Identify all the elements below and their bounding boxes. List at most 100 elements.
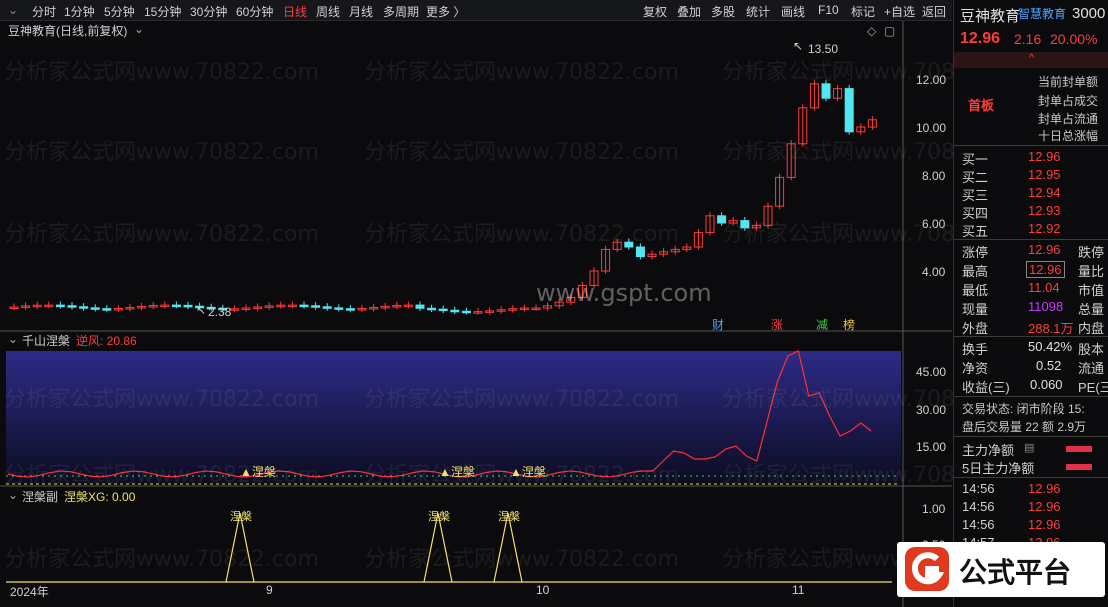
watermark: 分析家公式网www.70822.com bbox=[4, 387, 319, 412]
marker-text: 榜 bbox=[843, 318, 856, 332]
main-flow-5d-row[interactable]: 5日主力净额 bbox=[962, 458, 1108, 476]
stat-row: 换手 50.42% 股本 bbox=[962, 339, 1108, 357]
period-weekly[interactable]: 周线 bbox=[316, 3, 340, 20]
x-axis-label: 11 bbox=[792, 583, 805, 597]
marker-text: 涨 bbox=[771, 318, 784, 332]
marker-reduce[interactable]: 减 bbox=[816, 316, 828, 333]
stat-label: 换手 bbox=[962, 342, 989, 357]
seal-item: 当前封单额 bbox=[1038, 75, 1099, 89]
window-icon[interactable]: ▢ bbox=[884, 24, 895, 38]
candle-body bbox=[90, 307, 100, 310]
ind1-tick: 15.00 bbox=[916, 440, 947, 454]
f10-button[interactable]: F10 bbox=[818, 3, 839, 17]
period-minute[interactable]: 分时 bbox=[32, 3, 56, 20]
stat-row: 现量 11098 总量 bbox=[962, 299, 1108, 317]
bid-row[interactable]: 买五 12.92 bbox=[962, 221, 1108, 239]
period-5min[interactable]: 5分钟 bbox=[104, 3, 135, 20]
stat-row: 净资 0.52 流通 bbox=[962, 358, 1108, 376]
detail-icon[interactable]: ▤ bbox=[1024, 441, 1034, 454]
bid-label: 买四 bbox=[962, 206, 989, 221]
stat-row: 收益(三) 0.060 PE(三) bbox=[962, 377, 1108, 395]
collapse-icon[interactable]: ⌄ bbox=[8, 3, 18, 17]
stats-button[interactable]: 统计 bbox=[746, 3, 770, 20]
marker-text: 减 bbox=[816, 318, 829, 332]
indicator1-value: 逆风: 20.86 bbox=[76, 334, 137, 348]
chart-area[interactable]: 分析家公式网www.70822.com 分析家公式网www.70822.com … bbox=[0, 21, 1037, 607]
bid-row[interactable]: 买三 12.94 bbox=[962, 185, 1108, 203]
back-button[interactable]: 返回 bbox=[922, 3, 946, 20]
candle-body bbox=[635, 246, 645, 258]
period-daily[interactable]: 日线 bbox=[283, 3, 307, 20]
main-flow-5d-label: 5日主力净额 bbox=[962, 461, 1035, 476]
multi-stock-button[interactable]: 多股 bbox=[711, 3, 735, 20]
candle-body bbox=[183, 304, 193, 308]
dropdown-icon[interactable]: ⌄ bbox=[8, 332, 18, 346]
stat-label: 最高 bbox=[962, 264, 989, 279]
last-price: 12.96 bbox=[960, 30, 1001, 47]
mark-button[interactable]: 标记 bbox=[851, 3, 875, 20]
expand-icon[interactable]: ^ bbox=[954, 52, 1108, 68]
watermark: 分析家公式网www.70822.com bbox=[364, 222, 679, 247]
bid-row[interactable]: 买二 12.95 bbox=[962, 167, 1108, 185]
candle-body bbox=[55, 304, 65, 308]
watermark: 分析家公式网www.70822.com bbox=[364, 547, 679, 572]
period-multi[interactable]: 多周期 bbox=[383, 3, 419, 20]
main-flow-row[interactable]: 主力净额 ▤ bbox=[962, 440, 1108, 458]
after-hours: 盘后交易量 22 额 2.9万 bbox=[962, 420, 1087, 434]
period-30min[interactable]: 30分钟 bbox=[190, 3, 227, 20]
price-tick: 8.00 bbox=[922, 169, 946, 183]
x-axis-label: 10 bbox=[536, 583, 550, 597]
board-badge: 首板 bbox=[968, 98, 995, 113]
period-toolbar: ⌄ 分时 1分钟 5分钟 15分钟 30分钟 60分钟 日线 周线 月线 多周期… bbox=[0, 0, 952, 21]
add-watchlist-button[interactable]: +自选 bbox=[884, 3, 915, 20]
trade-status: 交易状态: 闭市阶段 15: bbox=[962, 402, 1085, 416]
indicator2-value: 涅槃XG: 0.00 bbox=[64, 490, 136, 504]
watermark: 分析家公式网www.70822.com bbox=[364, 60, 679, 85]
peak-label: 涅槃 bbox=[428, 511, 450, 523]
stat-label2: 总量 bbox=[1078, 302, 1105, 317]
candle-body bbox=[415, 304, 425, 309]
peak-label: 涅槃 bbox=[498, 511, 520, 523]
dropdown-icon[interactable]: ⌄ bbox=[134, 22, 144, 36]
seal-item: 十日总涨幅 bbox=[1038, 129, 1099, 143]
diamond-icon[interactable]: ◇ bbox=[867, 24, 876, 38]
period-more[interactable]: 更多 〉 bbox=[426, 3, 465, 20]
watermark: 分析家公式网www.70822.com bbox=[4, 547, 319, 572]
dropdown-icon[interactable]: ⌄ bbox=[8, 488, 18, 502]
stat-value: 11.04 bbox=[1028, 280, 1060, 295]
divider bbox=[954, 396, 1108, 397]
ind1-tick: 30.00 bbox=[916, 403, 947, 417]
overlay-button[interactable]: 叠加 bbox=[677, 3, 701, 20]
stat-label2: PE(三) bbox=[1078, 380, 1108, 395]
marker-limit-up[interactable]: 涨 bbox=[771, 316, 783, 333]
gspt-logo: 公式平台 bbox=[897, 542, 1105, 597]
bid-row[interactable]: 买一 12.96 bbox=[962, 149, 1108, 167]
candle-body bbox=[311, 305, 321, 308]
flow-bar bbox=[1066, 446, 1092, 452]
signal-label: ▲涅槃 bbox=[439, 465, 475, 479]
price-tick: 12.00 bbox=[916, 73, 947, 87]
price-tick: 10.00 bbox=[916, 121, 947, 135]
adjust-button[interactable]: 复权 bbox=[643, 3, 667, 20]
seal-item: 封单占流通 bbox=[1038, 112, 1099, 126]
concept-tag[interactable]: 智慧教育 bbox=[1018, 5, 1066, 22]
bid-row[interactable]: 买四 12.93 bbox=[962, 203, 1108, 221]
stat-row: 最高 12.96 量比 bbox=[962, 261, 1108, 279]
period-15min[interactable]: 15分钟 bbox=[144, 3, 181, 20]
marker-ranking[interactable]: 榜 bbox=[843, 316, 855, 333]
draw-button[interactable]: 画线 bbox=[781, 3, 805, 20]
stat-label2: 跌停 bbox=[1078, 245, 1105, 260]
candle-body bbox=[334, 307, 344, 310]
bid-label: 买一 bbox=[962, 152, 989, 167]
period-60min[interactable]: 60分钟 bbox=[236, 3, 273, 20]
period-monthly[interactable]: 月线 bbox=[349, 3, 373, 20]
tick-time: 14:56 bbox=[962, 481, 995, 496]
tick-price: 12.96 bbox=[1028, 481, 1061, 496]
period-1min[interactable]: 1分钟 bbox=[64, 3, 95, 20]
marker-finance[interactable]: 财 bbox=[712, 316, 724, 333]
tick-row: 14:56 12.96 bbox=[962, 517, 1108, 535]
indicator2-name: 涅槃副 bbox=[22, 490, 59, 504]
stock-code: 3000 bbox=[1072, 5, 1106, 22]
watermark: 分析家公式网www.70822.com bbox=[4, 60, 319, 85]
bid-label: 买五 bbox=[962, 224, 989, 239]
